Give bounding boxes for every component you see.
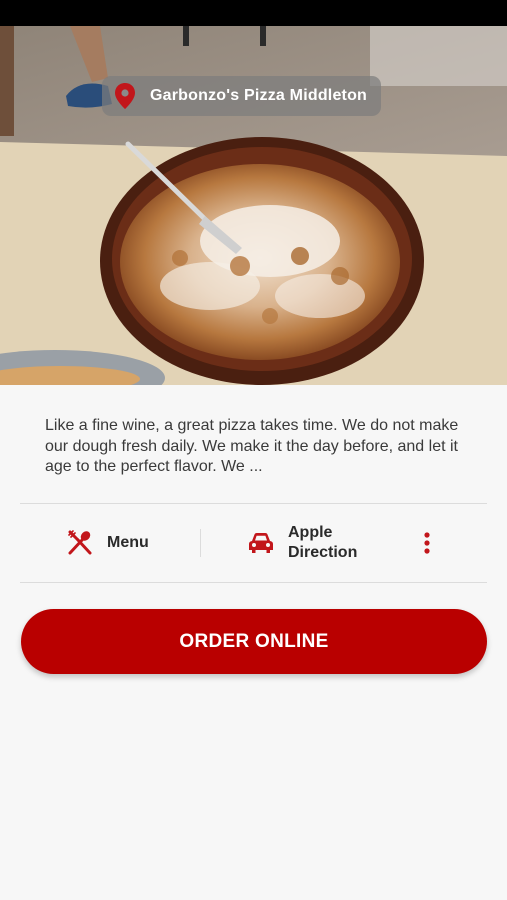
location-pin-icon: [115, 83, 135, 109]
menu-label: Menu: [107, 534, 149, 551]
status-bar: [0, 0, 507, 26]
action-separator: [200, 529, 201, 557]
hero-image: Garbonzo's Pizza Middleton: [0, 26, 507, 385]
directions-button[interactable]: Apple Direction: [248, 516, 383, 570]
car-icon: [249, 533, 273, 553]
order-online-button[interactable]: ORDER ONLINE: [21, 609, 487, 674]
divider-bottom: [20, 582, 487, 583]
restaurant-description: Like a fine wine, a great pizza takes ti…: [45, 417, 459, 475]
action-bar: Menu Apple Direction: [0, 504, 507, 582]
more-options-button[interactable]: [416, 527, 438, 559]
restaurant-details: Like a fine wine, a great pizza takes ti…: [0, 385, 507, 900]
menu-button[interactable]: Menu: [67, 524, 149, 562]
restaurant-name: Garbonzo's Pizza Middleton: [150, 87, 368, 104]
more-vertical-icon: [424, 532, 430, 554]
directions-label: Apple Direction: [288, 524, 358, 561]
utensils-icon: [68, 530, 92, 555]
location-badge[interactable]: Garbonzo's Pizza Middleton: [102, 76, 382, 116]
